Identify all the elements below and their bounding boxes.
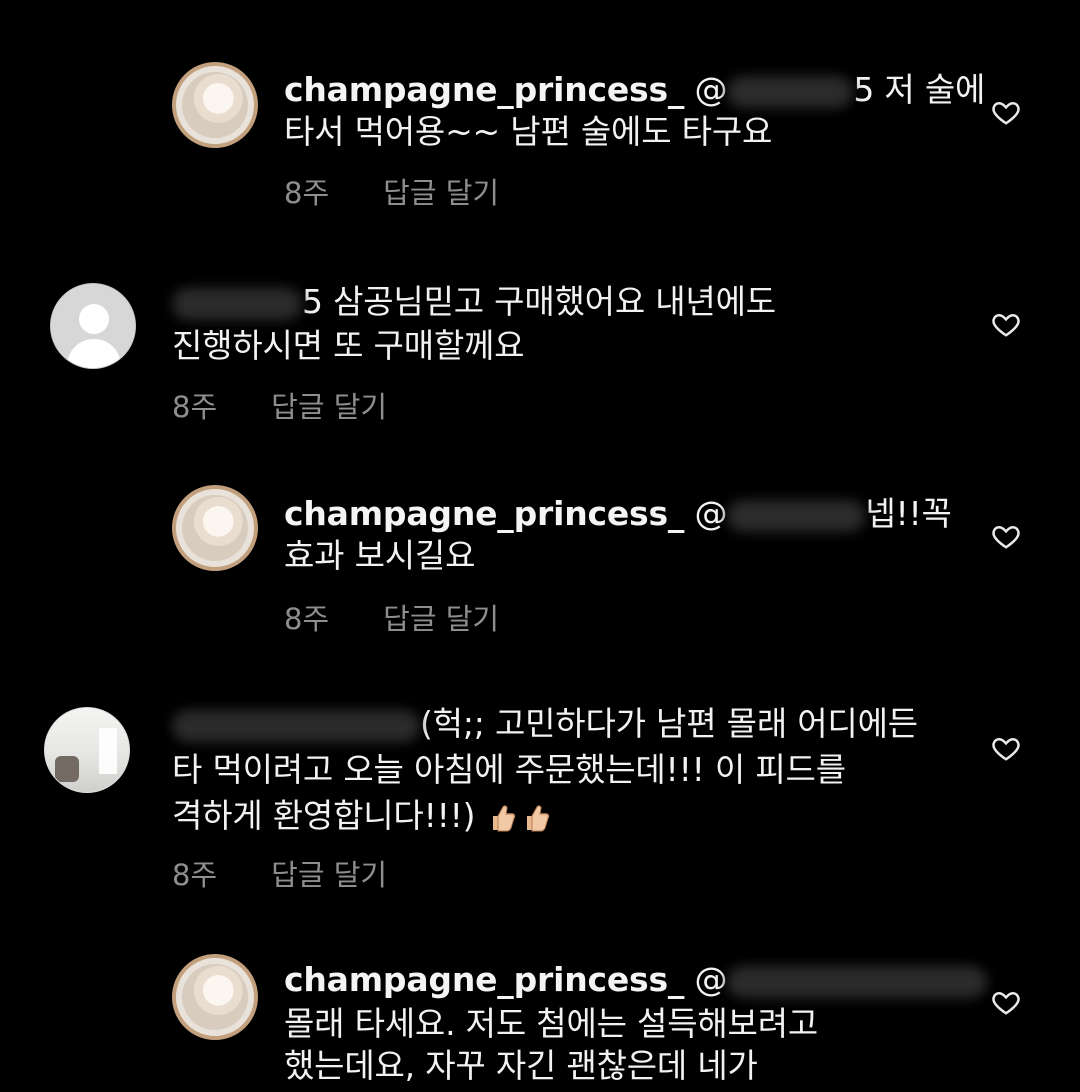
comment-text: 타 먹이려고 오늘 아침에 주문했는데!!! 이 피드를 [172,750,846,789]
comment-text: 효과 보시길요 [284,536,476,575]
comment-username[interactable]: champagne_princess_ [284,960,684,999]
avatar-head [79,304,109,334]
mention-prefix[interactable]: @ [695,70,728,109]
comment-time: 8주 [284,602,330,636]
avatar[interactable] [44,707,130,793]
redacted-mention [727,965,988,998]
heart-icon[interactable] [990,733,1022,763]
reply-button[interactable]: 답글 달기 [271,858,387,892]
heart-icon[interactable] [990,97,1022,127]
comment-time: 8주 [284,176,330,210]
avatar[interactable] [50,283,136,369]
comment-meta: 8주 답글 달기 [172,852,387,894]
avatar[interactable] [172,62,258,148]
comment-meta: 8주 답글 달기 [284,170,499,212]
comment-text: 5 삼공님믿고 구매했어요 내년에도 [302,282,776,321]
heart-icon[interactable] [990,309,1022,339]
redacted-mention [727,75,854,108]
mention-prefix[interactable]: @ [695,960,728,999]
comment-meta: 8주 답글 달기 [284,596,499,638]
comment-text: 타서 먹어용~~ 남편 술에도 타구요 [284,112,773,151]
comment-line: 격하게 환영합니다!!!) [172,790,554,842]
comment-text: 했는데요, 자꾸 자긴 괜찮은데 네가 [284,1046,758,1085]
comment-text: (헉;; 고민하다가 남편 몰래 어디에든 [420,704,918,743]
redacted-username [172,287,302,320]
thumbs-up-icon [486,801,520,835]
comment-line: (헉;; 고민하다가 남편 몰래 어디에든 [172,698,918,750]
mention-prefix[interactable]: @ [695,494,728,533]
reply-button[interactable]: 답글 달기 [383,602,499,636]
comment-text: 5 저 술에 [853,70,986,109]
comment-time: 8주 [172,390,218,424]
avatar[interactable] [172,954,258,1040]
comment-time: 8주 [172,858,218,892]
avatar[interactable] [172,485,258,571]
comment-text: 진행하시면 또 구매할께요 [172,326,525,365]
comment-text: 격하게 환영합니다!!!) [172,796,476,835]
redacted-mention [727,499,866,532]
comment-meta: 8주 답글 달기 [172,384,387,426]
avatar-body [67,339,121,368]
reply-button[interactable]: 답글 달기 [383,176,499,210]
redacted-username [172,709,420,742]
comment-username[interactable]: champagne_princess_ [284,70,684,109]
heart-icon[interactable] [990,521,1022,551]
comment-text: 넵!!꼭 [865,494,952,533]
heart-icon[interactable] [990,987,1022,1017]
comment-username[interactable]: champagne_princess_ [284,494,684,533]
thumbs-up-icon [520,801,554,835]
reply-button[interactable]: 답글 달기 [271,390,387,424]
